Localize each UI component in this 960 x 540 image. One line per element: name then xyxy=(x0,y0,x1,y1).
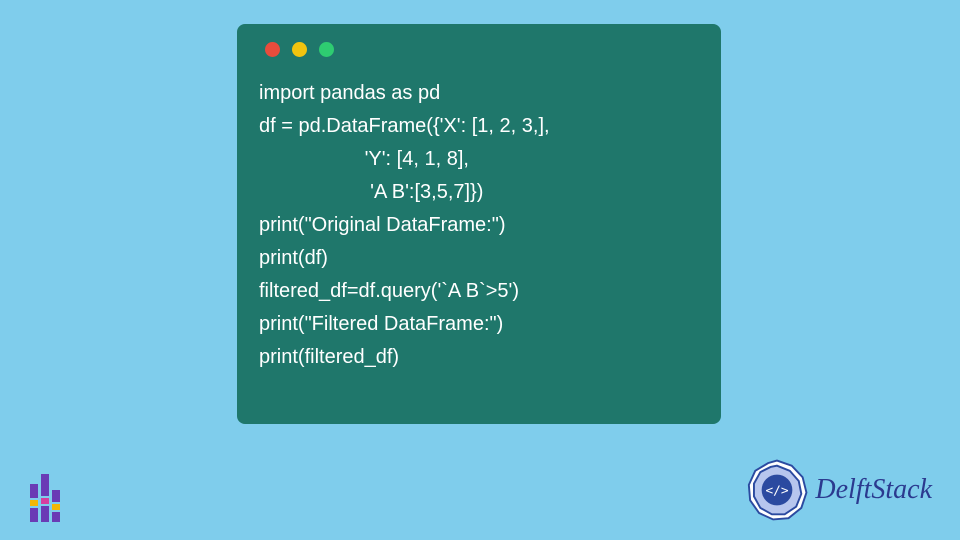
logo-segment xyxy=(52,512,60,522)
minimize-icon xyxy=(292,42,307,57)
code-line: df = pd.DataFrame({'X': [1, 2, 3,], xyxy=(259,115,550,137)
code-block: import pandas as pd df = pd.DataFrame({'… xyxy=(259,77,699,374)
code-line: print(df) xyxy=(259,247,328,269)
delftstack-badge-icon: </> xyxy=(745,458,809,522)
logo-segment xyxy=(52,504,60,510)
logo-segment xyxy=(30,500,38,506)
code-line: import pandas as pd xyxy=(259,82,440,104)
badge-glyph: </> xyxy=(766,483,789,498)
logo-bar xyxy=(52,490,60,522)
logo-right: </> DelftStack xyxy=(745,458,932,522)
logo-bar xyxy=(30,484,38,522)
logo-left xyxy=(30,474,60,522)
window-controls xyxy=(265,42,699,57)
delftstack-label: DelftStack xyxy=(815,474,932,506)
logo-segment xyxy=(52,490,60,502)
logo-segment xyxy=(41,506,49,522)
code-line: print(filtered_df) xyxy=(259,346,399,368)
code-line: 'A B':[3,5,7]}) xyxy=(259,181,483,203)
logo-segment xyxy=(41,474,49,496)
maximize-icon xyxy=(319,42,334,57)
code-line: print("Original DataFrame:") xyxy=(259,214,505,236)
logo-segment xyxy=(41,498,49,504)
logo-segment xyxy=(30,484,38,498)
logo-bar xyxy=(41,474,49,522)
code-line: filtered_df=df.query('`A B`>5') xyxy=(259,280,519,302)
close-icon xyxy=(265,42,280,57)
code-line: print("Filtered DataFrame:") xyxy=(259,313,503,335)
code-line: 'Y': [4, 1, 8], xyxy=(259,148,469,170)
code-window: import pandas as pd df = pd.DataFrame({'… xyxy=(237,24,721,424)
logo-segment xyxy=(30,508,38,522)
